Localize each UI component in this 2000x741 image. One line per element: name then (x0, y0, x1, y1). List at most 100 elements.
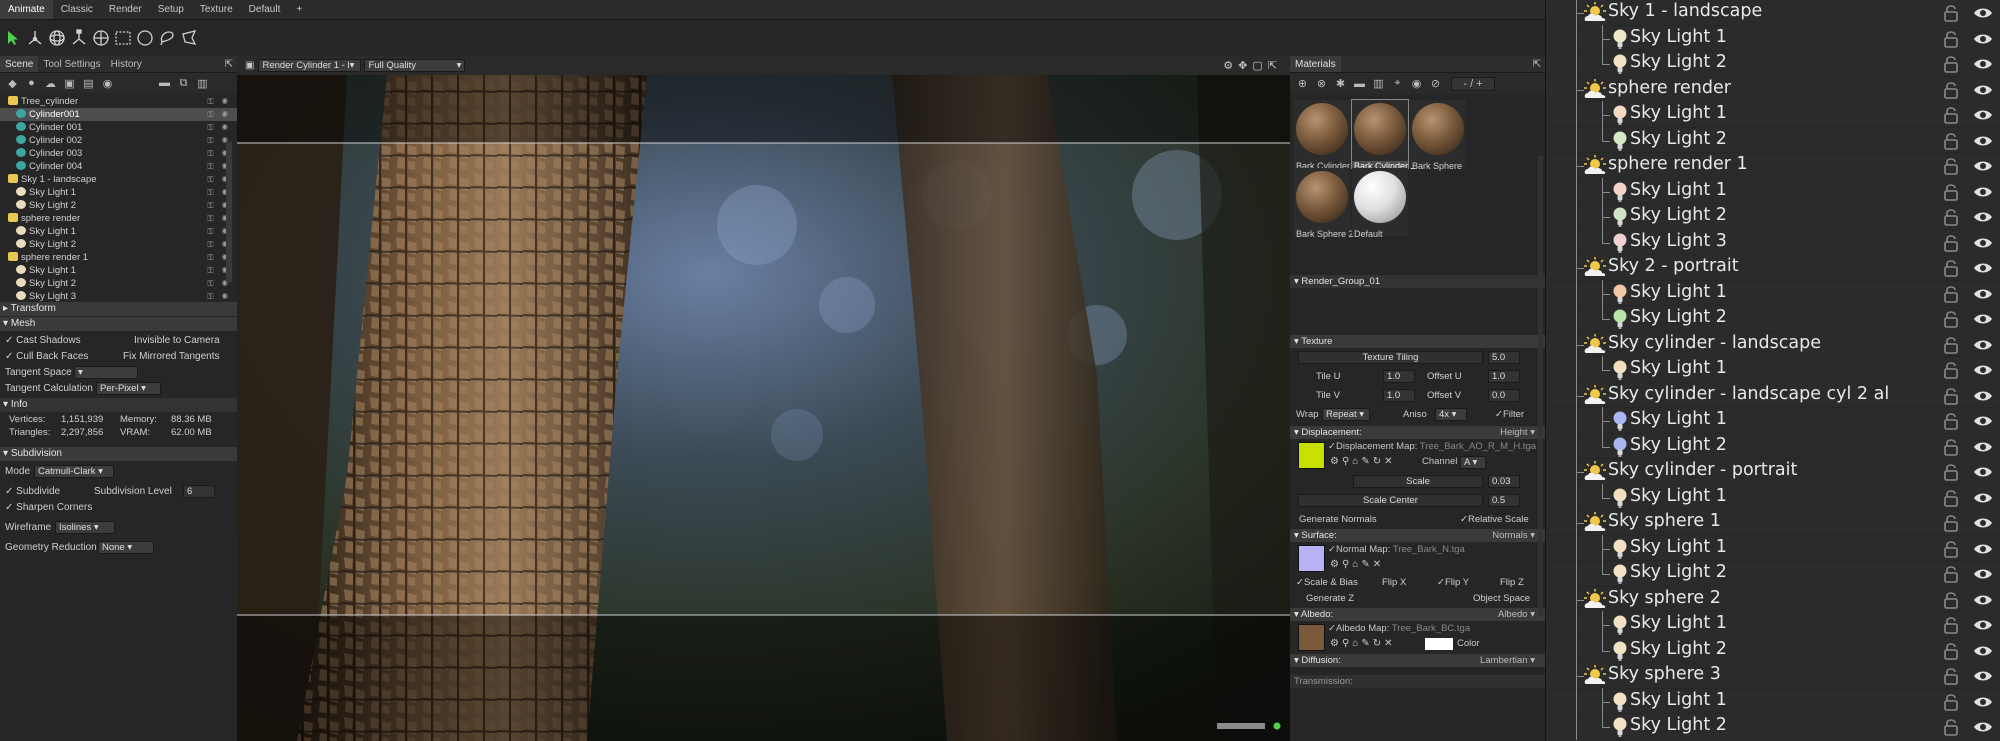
lock-icon[interactable] (1943, 284, 1959, 304)
albedo-section-header[interactable]: ▾ Albedo: Albedo ▾ (1290, 608, 1545, 621)
geo-reduction-dropdown[interactable]: None ▾ (98, 541, 154, 554)
tab-tool-settings[interactable]: Tool Settings (38, 56, 105, 72)
scene-tree-row[interactable]: sphere render ⚿ ◉ (0, 212, 237, 225)
diffusion-mode[interactable]: Lambertian ▾ (1480, 654, 1535, 667)
texture-tiling-field[interactable]: 5.0 (1488, 351, 1520, 364)
scene-tree-row[interactable]: Sky Light 3 ⚿ ◉ (0, 290, 237, 303)
color-swatch[interactable] (1425, 638, 1453, 650)
eye-icon[interactable] (1973, 543, 1993, 555)
scale-gizmo-icon[interactable] (68, 27, 90, 49)
folder-icon[interactable]: ▬ (155, 76, 174, 90)
select-arrow-icon[interactable] (2, 27, 24, 49)
outliner-sky-row[interactable]: Sky cylinder - landscape cyl 2 al (1546, 382, 2000, 409)
eye-icon[interactable] (1973, 160, 1993, 172)
lock-icon[interactable] (1943, 80, 1959, 100)
outliner-light-row[interactable]: Sky Light 2 (1546, 50, 2000, 77)
offset-u-field[interactable]: 1.0 (1488, 370, 1520, 383)
render-viewport[interactable]: ▣ Render Cylinder 1 - l▾ Full Quality ▾ … (237, 56, 1290, 741)
add-object-icon[interactable]: ◆ (3, 76, 22, 90)
scene-tree-row[interactable]: Cylinder 004 ⚿ ◉ (0, 160, 237, 173)
quality-dropdown[interactable]: Full Quality ▾ (364, 59, 466, 72)
surface-mode[interactable]: Normals ▾ (1492, 529, 1535, 542)
outliner-light-row[interactable]: Sky Light 1 (1546, 356, 2000, 383)
mesh-section-header[interactable]: ▾ Mesh (0, 317, 237, 331)
material-thumbnail[interactable]: Bark Cylinder (1294, 100, 1350, 171)
lock-icon[interactable] (1943, 29, 1959, 49)
eye-icon[interactable] (1973, 84, 1993, 96)
texture-section-header[interactable]: ▾ Texture (1290, 335, 1545, 348)
tab-scene[interactable]: Scene (0, 56, 39, 72)
subdiv-level-field[interactable]: 6 (183, 485, 215, 498)
eye-icon[interactable] (1973, 721, 1993, 733)
scene-tree-row[interactable]: Tree_cylinder ⚿ ◉ (0, 95, 237, 108)
outliner-sky-row[interactable]: Sky 1 - landscape (1546, 0, 2000, 26)
delete-icon[interactable]: ▥ (193, 76, 212, 90)
lock-icon[interactable] (1943, 258, 1959, 278)
info-section-header[interactable]: ▾ Info (0, 398, 237, 412)
workspace-tab[interactable]: Animate (0, 0, 53, 19)
lock-icon[interactable] (1943, 437, 1959, 457)
eye-icon[interactable] (1973, 594, 1993, 606)
lock-icon[interactable] (1943, 386, 1959, 406)
rect-select-icon[interactable] (112, 27, 134, 49)
material-thumbnail[interactable]: Bark Sphere (1410, 100, 1466, 171)
clear-material-icon[interactable]: ⊘ (1426, 77, 1445, 91)
disp-map-checkbox[interactable]: ✓Displacement Map: Tree_Bark_AO_R_M_H.tg… (1328, 441, 1536, 452)
lock-icon[interactable] (1943, 462, 1959, 482)
sharpen-corners-checkbox[interactable]: ✓ Sharpen Corners (5, 502, 92, 513)
lock-icon[interactable] (1943, 717, 1959, 737)
add-material-icon[interactable]: ◉ (98, 76, 117, 90)
popout-icon[interactable]: ⇱ (225, 56, 233, 72)
link-material-icon[interactable]: ⊗ (1312, 77, 1331, 91)
normal-map-swatch[interactable] (1298, 545, 1325, 572)
circle-select-icon[interactable] (134, 27, 156, 49)
scene-tree-row[interactable]: Cylinder 002 ⚿ ◉ (0, 134, 237, 147)
outliner-light-row[interactable]: Sky Light 1 (1546, 101, 2000, 128)
scene-tree-row[interactable]: Sky Light 2 ⚿ ◉ (0, 238, 237, 251)
outliner-sky-row[interactable]: Sky sphere 2 (1546, 586, 2000, 613)
offset-v-field[interactable]: 0.0 (1488, 389, 1520, 402)
outliner-sky-row[interactable]: Sky sphere 3 (1546, 663, 2000, 689)
tangent-space-dropdown[interactable]: ▾ (74, 366, 138, 379)
lock-icon[interactable] (1943, 233, 1959, 253)
material-thumbnail[interactable]: Bark Cylinder 2 (1351, 99, 1416, 171)
lock-icon[interactable] (1943, 131, 1959, 151)
add-group-icon[interactable]: ▤ (79, 76, 98, 90)
add-light-icon[interactable]: ● (22, 76, 41, 90)
add-camera-icon[interactable]: ▣ (60, 76, 79, 90)
outliner-light-row[interactable]: Sky Light 1 (1546, 407, 2000, 434)
outliner-light-row[interactable]: Sky Light 2 (1546, 636, 2000, 664)
eye-icon[interactable] (1973, 7, 1993, 19)
mode-dropdown[interactable]: Catmull-Clark ▾ (34, 465, 114, 478)
check-material-icon[interactable]: ◉ (1407, 77, 1426, 91)
lock-icon[interactable] (1943, 309, 1959, 329)
lock-icon[interactable] (1943, 564, 1959, 584)
eye-icon[interactable] (1973, 568, 1993, 580)
scale-field[interactable]: 0.03 (1488, 475, 1520, 488)
viewport-controls[interactable]: ⚙✥▢⇱ (1223, 59, 1282, 72)
outliner-light-row[interactable]: Sky Light 1 (1546, 177, 2000, 205)
eye-icon[interactable] (1973, 288, 1993, 300)
eye-icon[interactable] (1973, 517, 1993, 529)
workspace-tab[interactable]: + (288, 0, 310, 19)
visibility-lock-icons[interactable]: ⚿ ◉ (207, 108, 231, 121)
map-tools-icons[interactable]: ⚙⚲⌂✎↻✕ (1330, 456, 1395, 467)
eye-icon[interactable] (1973, 237, 1993, 249)
tile-v-field[interactable]: 1.0 (1383, 389, 1415, 402)
pick-material-icon[interactable]: ⌖ (1388, 77, 1407, 91)
flip-x-checkbox[interactable]: Flip X (1382, 575, 1406, 591)
lock-icon[interactable] (1943, 666, 1959, 686)
surface-section-header[interactable]: ▾ Surface: Normals ▾ (1290, 529, 1545, 542)
displacement-mode[interactable]: Height ▾ (1500, 426, 1535, 439)
eye-icon[interactable] (1973, 670, 1993, 682)
lock-icon[interactable] (1943, 615, 1959, 635)
material-thumbnail[interactable]: Default (1352, 168, 1408, 239)
lock-icon[interactable] (1943, 360, 1959, 380)
eye-icon[interactable] (1973, 364, 1993, 376)
outliner-sky-row[interactable]: sphere render 1 (1546, 153, 2000, 179)
visibility-lock-icons[interactable]: ⚿ ◉ (207, 95, 231, 108)
eye-icon[interactable] (1973, 211, 1993, 223)
polygon-select-icon[interactable] (178, 27, 200, 49)
lock-icon[interactable] (1943, 207, 1959, 227)
outliner-light-row[interactable]: Sky Light 2 (1546, 432, 2000, 460)
